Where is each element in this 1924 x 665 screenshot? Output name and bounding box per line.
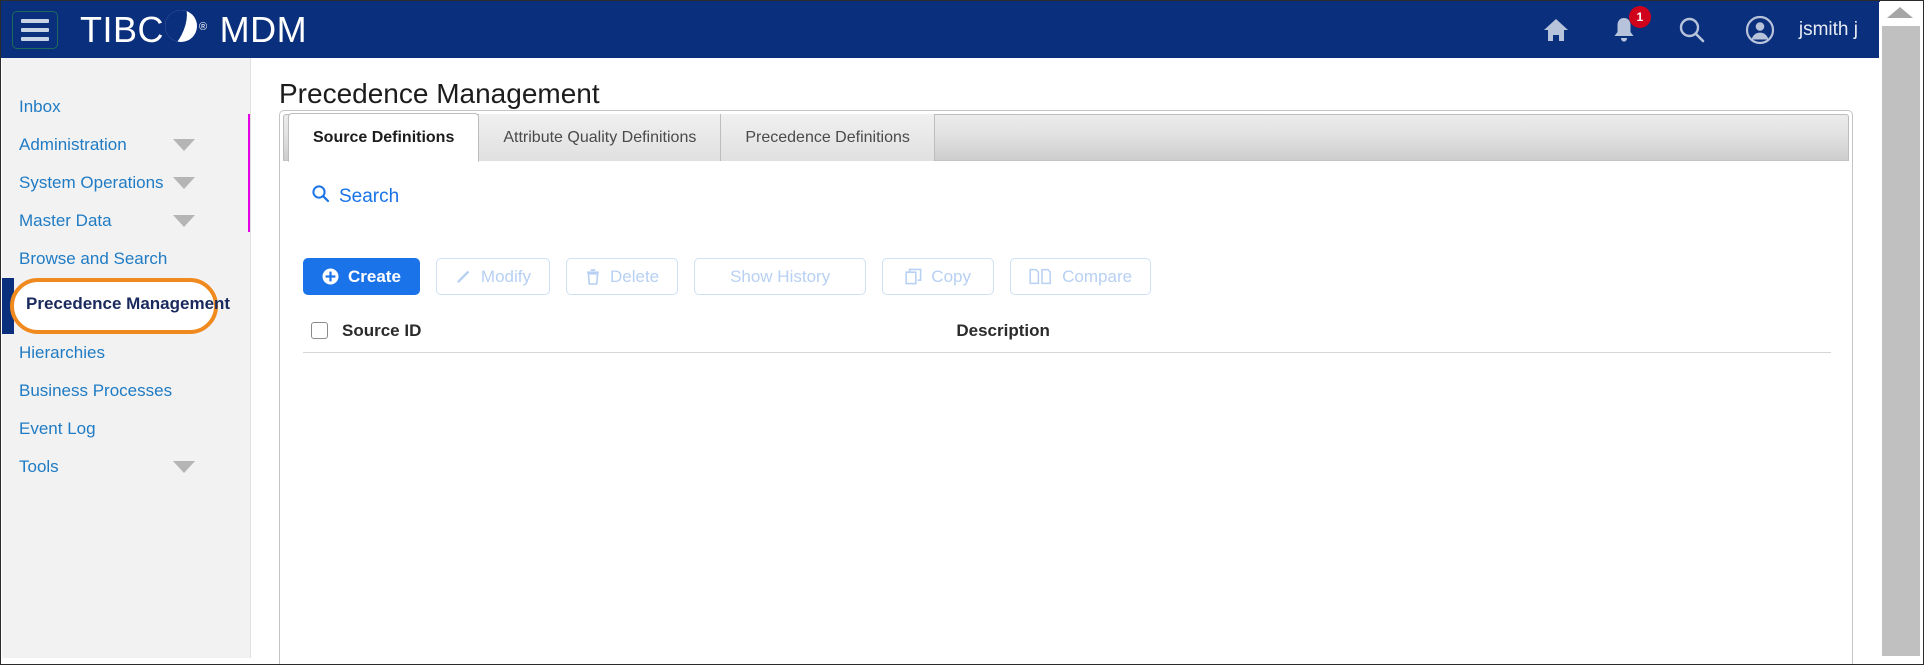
header-actions: 1 jsmith j [1539, 1, 1880, 58]
annotation-marker-line [248, 114, 250, 232]
sidebar-item-master-data[interactable]: Master Data [2, 202, 250, 240]
action-toolbar: Create Modify Delete Show History Copy C… [303, 258, 1152, 295]
column-header-description[interactable]: Description [956, 321, 1050, 341]
sidebar-item-label: Event Log [19, 419, 96, 438]
chevron-down-icon[interactable] [173, 215, 195, 227]
button-label: Create [348, 266, 401, 286]
hamburger-bar [21, 36, 49, 41]
tab-bar-filler [935, 115, 1848, 160]
button-label: Show History [730, 266, 831, 286]
tab-label: Source Definitions [313, 128, 455, 146]
button-label: Copy [931, 266, 971, 286]
button-label: Compare [1062, 266, 1133, 286]
sidebar-item-label: Inbox [19, 97, 61, 116]
home-icon[interactable] [1539, 13, 1573, 47]
content-panel: Source Definitions Attribute Quality Def… [279, 110, 1853, 664]
compare-pages-icon [1029, 268, 1053, 285]
hamburger-bar [21, 18, 49, 23]
chevron-up-icon[interactable] [1887, 7, 1913, 18]
sidebar-item-label: Hierarchies [19, 343, 105, 362]
button-label: Delete [610, 266, 660, 286]
sidebar-item-browse-and-search[interactable]: Browse and Search [2, 240, 250, 278]
sidebar-item-administration[interactable]: Administration [2, 126, 250, 164]
modify-button[interactable]: Modify [435, 258, 550, 295]
tibco-swoosh-icon [165, 9, 198, 42]
application-window: TIBC ® MDM 1 jsmith j Inbox Administrati… [0, 0, 1924, 665]
column-header-source-id[interactable]: Source ID [342, 321, 421, 341]
copy-button[interactable]: Copy [882, 258, 995, 295]
sidebar-item-system-operations[interactable]: System Operations [2, 164, 250, 202]
copy-icon [905, 268, 922, 285]
search-icon [311, 184, 330, 209]
table-header-row: Source ID Description [303, 309, 1831, 353]
tab-precedence-definitions[interactable]: Precedence Definitions [721, 114, 935, 161]
search-icon[interactable] [1675, 13, 1709, 47]
sidebar-item-label: Browse and Search [19, 249, 168, 268]
page-scrollbar[interactable] [1879, 2, 1922, 664]
tab-source-definitions[interactable]: Source Definitions [288, 113, 480, 162]
notification-badge: 1 [1628, 5, 1651, 28]
hamburger-menu-icon[interactable] [12, 10, 58, 49]
sidebar-item-hierarchies[interactable]: Hierarchies [2, 334, 250, 372]
sidebar-item-tools[interactable]: Tools [2, 448, 250, 486]
pencil-icon [455, 268, 472, 285]
tab-label: Attribute Quality Definitions [503, 128, 697, 146]
sidebar-item-label: Tools [19, 457, 59, 476]
create-button[interactable]: Create [303, 258, 420, 295]
tab-panel-source-definitions: Search Create Modify Delete Show History… [283, 161, 1849, 664]
button-label: Modify [480, 266, 531, 286]
sidebar-item-precedence-management[interactable]: Precedence Management [2, 278, 250, 334]
tab-attribute-quality-definitions[interactable]: Attribute Quality Definitions [479, 114, 722, 161]
chevron-down-icon[interactable] [173, 139, 195, 151]
bell-icon[interactable]: 1 [1607, 5, 1651, 47]
sidebar-item-inbox[interactable]: Inbox [2, 88, 250, 126]
tab-bar: Source Definitions Attribute Quality Def… [283, 113, 1849, 162]
tab-label: Precedence Definitions [745, 128, 910, 146]
search-link-label: Search [339, 185, 400, 207]
select-all-checkbox[interactable] [311, 322, 328, 339]
registered-mark: ® [199, 20, 208, 33]
sidebar-item-label: Master Data [19, 211, 112, 230]
trash-icon [585, 268, 601, 285]
brand-text-mdm: MDM [219, 8, 308, 50]
username-label[interactable]: jsmith j [1799, 19, 1858, 41]
main-content: Precedence Management Source Definitions… [252, 58, 1880, 664]
chevron-down-icon[interactable] [173, 461, 195, 473]
sidebar-item-label: Business Processes [19, 381, 173, 400]
sidebar-item-label: System Operations [19, 173, 164, 192]
sidebar-item-business-processes[interactable]: Business Processes [2, 372, 250, 410]
account-circle-icon[interactable] [1743, 13, 1777, 47]
scrollbar-thumb[interactable] [1882, 26, 1920, 656]
show-history-button[interactable]: Show History [694, 258, 867, 295]
plus-circle-icon [322, 268, 339, 285]
page-title: Precedence Management [279, 78, 600, 109]
app-header: TIBC ® MDM 1 jsmith j [1, 1, 1880, 58]
chevron-down-icon[interactable] [173, 177, 195, 189]
brand-text-tibco: TIBC [80, 8, 165, 50]
sidebar-item-label: Administration [19, 135, 127, 154]
brand-logo: TIBC ® MDM [80, 9, 307, 51]
hamburger-bar [21, 27, 49, 32]
sidebar-item-event-log[interactable]: Event Log [2, 410, 250, 448]
delete-button[interactable]: Delete [566, 258, 679, 295]
sidebar-navigation: Inbox Administration System Operations M… [2, 58, 251, 658]
sidebar-item-label: Precedence Management [26, 294, 231, 313]
compare-button[interactable]: Compare [1010, 258, 1152, 295]
search-link[interactable]: Search [311, 184, 399, 209]
